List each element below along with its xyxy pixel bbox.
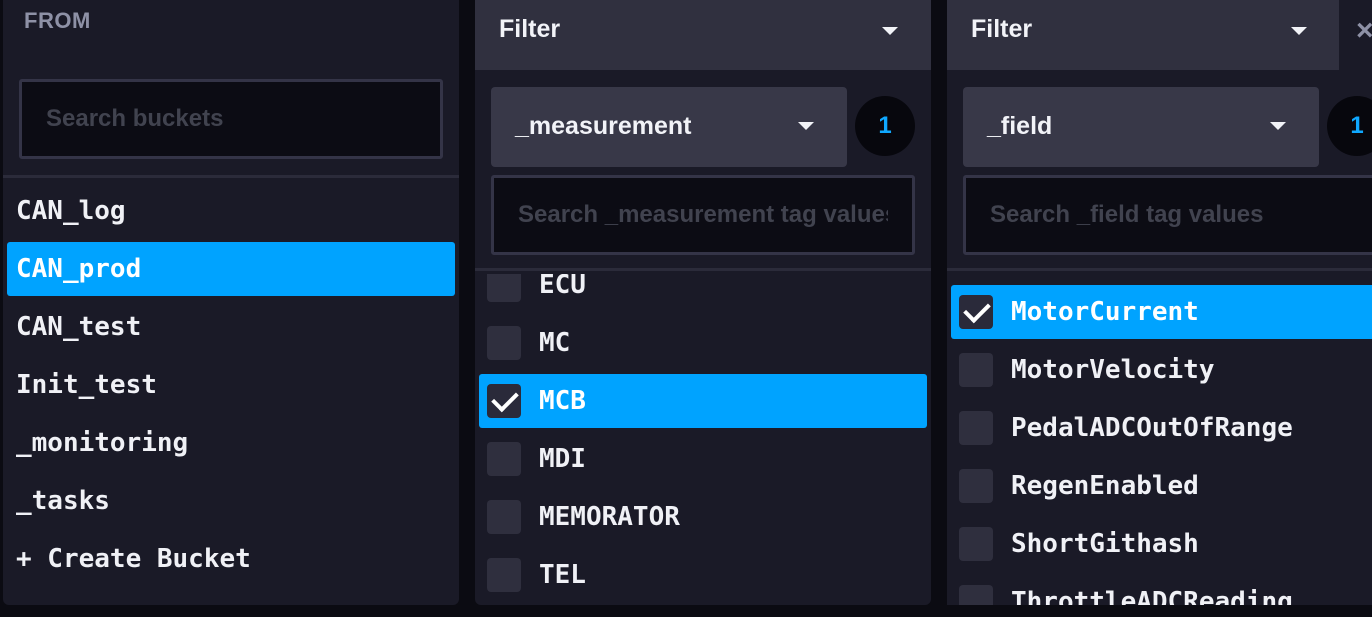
tag-value-row[interactable]: RegenEnabled xyxy=(951,459,1372,513)
checkbox[interactable] xyxy=(959,527,993,561)
filter-title: Filter xyxy=(971,15,1033,43)
close-icon[interactable]: × xyxy=(1356,14,1372,48)
measurement-filter-panel: Filter _measurement 1 ECU MC MCB MDI xyxy=(475,0,931,605)
checkbox[interactable] xyxy=(959,469,993,503)
checkbox[interactable] xyxy=(959,353,993,387)
measurement-search-input[interactable] xyxy=(491,175,915,255)
tag-value-label: RegenEnabled xyxy=(1011,471,1199,501)
bucket-search-input[interactable] xyxy=(19,79,443,159)
tag-value-row[interactable]: MC xyxy=(479,316,927,370)
checkbox[interactable] xyxy=(487,326,521,360)
key-label: _field xyxy=(987,112,1053,140)
tag-value-row[interactable]: PedalADCOutOfRange xyxy=(951,401,1372,455)
tag-value-label: MEMORATOR xyxy=(539,502,680,532)
tag-value-row[interactable]: ShortGithash xyxy=(951,517,1372,571)
tag-value-row[interactable]: TEL xyxy=(479,548,927,602)
bucket-item[interactable]: _monitoring xyxy=(7,416,455,470)
selected-count-badge: 1 xyxy=(855,96,915,156)
bucket-item-selected[interactable]: CAN_prod xyxy=(7,242,455,296)
chevron-down-icon[interactable] xyxy=(1291,27,1307,35)
filter-header[interactable]: Filter xyxy=(947,0,1339,70)
tag-value-label: ShortGithash xyxy=(1011,529,1199,559)
checkbox[interactable] xyxy=(487,442,521,476)
checkbox-checked[interactable] xyxy=(959,295,993,329)
chevron-down-icon xyxy=(798,122,814,130)
field-search-input[interactable] xyxy=(963,175,1372,255)
tag-value-label: PedalADCOutOfRange xyxy=(1011,413,1293,443)
chevron-down-icon xyxy=(1270,122,1286,130)
tag-value-row[interactable]: MDI xyxy=(479,432,927,486)
field-key-dropdown[interactable]: _field xyxy=(963,87,1319,167)
tag-value-label: MC xyxy=(539,328,571,358)
checkbox[interactable] xyxy=(959,411,993,445)
tag-value-label: MDI xyxy=(539,444,586,474)
filter-title: Filter xyxy=(499,15,561,43)
checkbox[interactable] xyxy=(487,500,521,534)
bucket-item[interactable]: _tasks xyxy=(7,474,455,528)
tag-value-label: ECU xyxy=(539,274,586,300)
from-divider xyxy=(3,175,459,178)
tag-value-row-selected[interactable]: MCB xyxy=(479,374,927,428)
create-bucket-button[interactable]: + Create Bucket xyxy=(7,532,455,586)
tag-value-row-selected[interactable]: MotorCurrent xyxy=(951,285,1372,339)
measurement-values-list[interactable]: ECU MC MCB MDI MEMORATOR TEL xyxy=(475,274,931,605)
key-label: _measurement xyxy=(515,112,692,140)
bucket-item[interactable]: Init_test xyxy=(7,358,455,412)
field-divider xyxy=(947,268,1372,271)
from-panel: FROM CAN_log CAN_prod CAN_test Init_test… xyxy=(3,0,459,605)
tag-value-label: MotorCurrent xyxy=(1011,297,1199,327)
tag-value-row[interactable]: ThrottleADCReading xyxy=(951,575,1372,605)
checkbox[interactable] xyxy=(959,585,993,605)
measurement-divider xyxy=(475,268,931,271)
filter-header[interactable]: Filter xyxy=(475,0,931,70)
check-icon xyxy=(963,295,991,324)
tag-value-row[interactable]: ECU xyxy=(479,274,927,312)
tag-value-row[interactable]: MotorVelocity xyxy=(951,343,1372,397)
selected-count-badge: 1 xyxy=(1327,96,1372,156)
tag-value-label: MCB xyxy=(539,386,586,416)
tag-value-label: TEL xyxy=(539,560,586,590)
tag-value-label: ThrottleADCReading xyxy=(1011,587,1293,605)
checkbox-checked[interactable] xyxy=(487,384,521,418)
field-values-list[interactable]: MotorCurrent MotorVelocity PedalADCOutOf… xyxy=(947,274,1372,605)
tag-value-label: MotorVelocity xyxy=(1011,355,1215,385)
chevron-down-icon[interactable] xyxy=(882,27,898,35)
checkbox[interactable] xyxy=(487,558,521,592)
field-filter-panel: Filter _field 1 MotorCurrent MotorVeloci… xyxy=(947,0,1372,605)
measurement-key-dropdown[interactable]: _measurement xyxy=(491,87,847,167)
checkbox[interactable] xyxy=(487,274,521,302)
bucket-item[interactable]: CAN_test xyxy=(7,300,455,354)
check-icon xyxy=(491,384,519,413)
bucket-item[interactable]: CAN_log xyxy=(7,184,455,238)
tag-value-row[interactable]: MEMORATOR xyxy=(479,490,927,544)
from-title: FROM xyxy=(24,8,91,33)
